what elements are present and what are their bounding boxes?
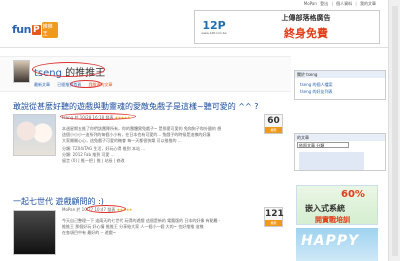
vote-button[interactable]: 推薦 <box>265 127 282 133</box>
logo-word: fun <box>12 23 31 36</box>
ad-line1: 上傳部落格廣告 <box>281 14 331 22</box>
sidebar-banner-happy[interactable]: HAPPY <box>296 228 378 261</box>
vote-count: 60 <box>267 116 280 126</box>
ad-mark: 12P <box>202 18 226 32</box>
nav-divider <box>0 47 400 48</box>
header-ad[interactable]: 12P www.12P.com.tw 上傳部落格廣告 終身免費 <box>194 10 380 44</box>
post-line: 在各項目中有 最好的 -- 遊戲~ <box>62 230 117 235</box>
calendar-grid <box>299 152 364 170</box>
post-thumbnail[interactable] <box>13 210 56 255</box>
highlight-circle <box>70 80 102 88</box>
highlight-circle <box>86 205 126 213</box>
highlight-circle <box>32 62 105 77</box>
highlight-circle <box>60 113 136 120</box>
banner-line3: 開實戰培訓 <box>315 216 350 224</box>
vote-count: 121 <box>265 209 284 219</box>
sidebar-link-friends[interactable]: tseng 的好友列表 <box>300 89 332 95</box>
logout-link[interactable]: 登出 <box>320 1 328 6</box>
post-thumbnail[interactable] <box>13 114 56 156</box>
profile-link[interactable]: 個人資料 <box>336 1 352 6</box>
topbar: MoPan 登出 | 個人資料 | 我的文章 <box>0 0 400 7</box>
ad-line2: 終身免費 <box>284 27 328 40</box>
separator: | <box>331 1 333 6</box>
vote-box[interactable]: 121 推薦 <box>264 207 284 227</box>
ad-text: 上傳部落格廣告 終身免費 <box>233 11 379 43</box>
post-author[interactable]: MoPan <box>62 207 75 212</box>
post-actions[interactable]: 留言 (0) | 推一把 | 推 | 站長 | 修改 <box>62 158 260 164</box>
banner-line1: 60% <box>341 189 365 200</box>
sidebar-header: 的文章 <box>295 134 385 141</box>
site-logo[interactable]: fun P 推推王 <box>12 21 58 38</box>
vote-box[interactable]: 60 推薦 <box>264 114 283 134</box>
banner-line2: 嵌入式系統 <box>305 204 345 213</box>
category-select[interactable]: 依照文章 分類 <box>297 142 349 148</box>
sidebar-banner[interactable]: 60% 嵌入式系統 開實戰培訓 <box>296 185 378 225</box>
avatar[interactable] <box>13 60 30 83</box>
logo-p: P <box>31 24 41 35</box>
vote-button[interactable]: 推薦 <box>265 220 282 226</box>
post-line: 大家開開心心，這兔戲子可愛的機會 每一天都很快樂 可以推推的 ... <box>62 138 182 143</box>
my-articles-link[interactable]: 我的文章 <box>360 1 376 6</box>
tab-latest[interactable]: 最新文章 <box>34 82 50 87</box>
sidebar-link-profile[interactable]: tseng 的個人檔案 <box>300 82 332 88</box>
ad-url: www.12P.com.tw <box>201 30 227 35</box>
sidebar-header: 關於 tseng <box>295 71 385 78</box>
user-links: MoPan 登出 | 個人資料 | 我的文章 <box>302 1 376 7</box>
user-name[interactable]: MoPan <box>304 1 317 6</box>
ad-logo: 12P www.12P.com.tw <box>195 11 233 43</box>
banner-happy-text: HAPPY <box>301 233 360 249</box>
logo-sub: 推推王 <box>41 21 58 38</box>
scrollbar[interactable] <box>388 0 400 261</box>
post-title[interactable]: 敢說從甚麼好聽的遊戲與動靈魂的愛敵兔戲子是這樣~聽可愛的 ^^ ? <box>13 101 258 112</box>
scrollbar-track[interactable] <box>392 6 398 256</box>
separator: | <box>355 1 357 6</box>
